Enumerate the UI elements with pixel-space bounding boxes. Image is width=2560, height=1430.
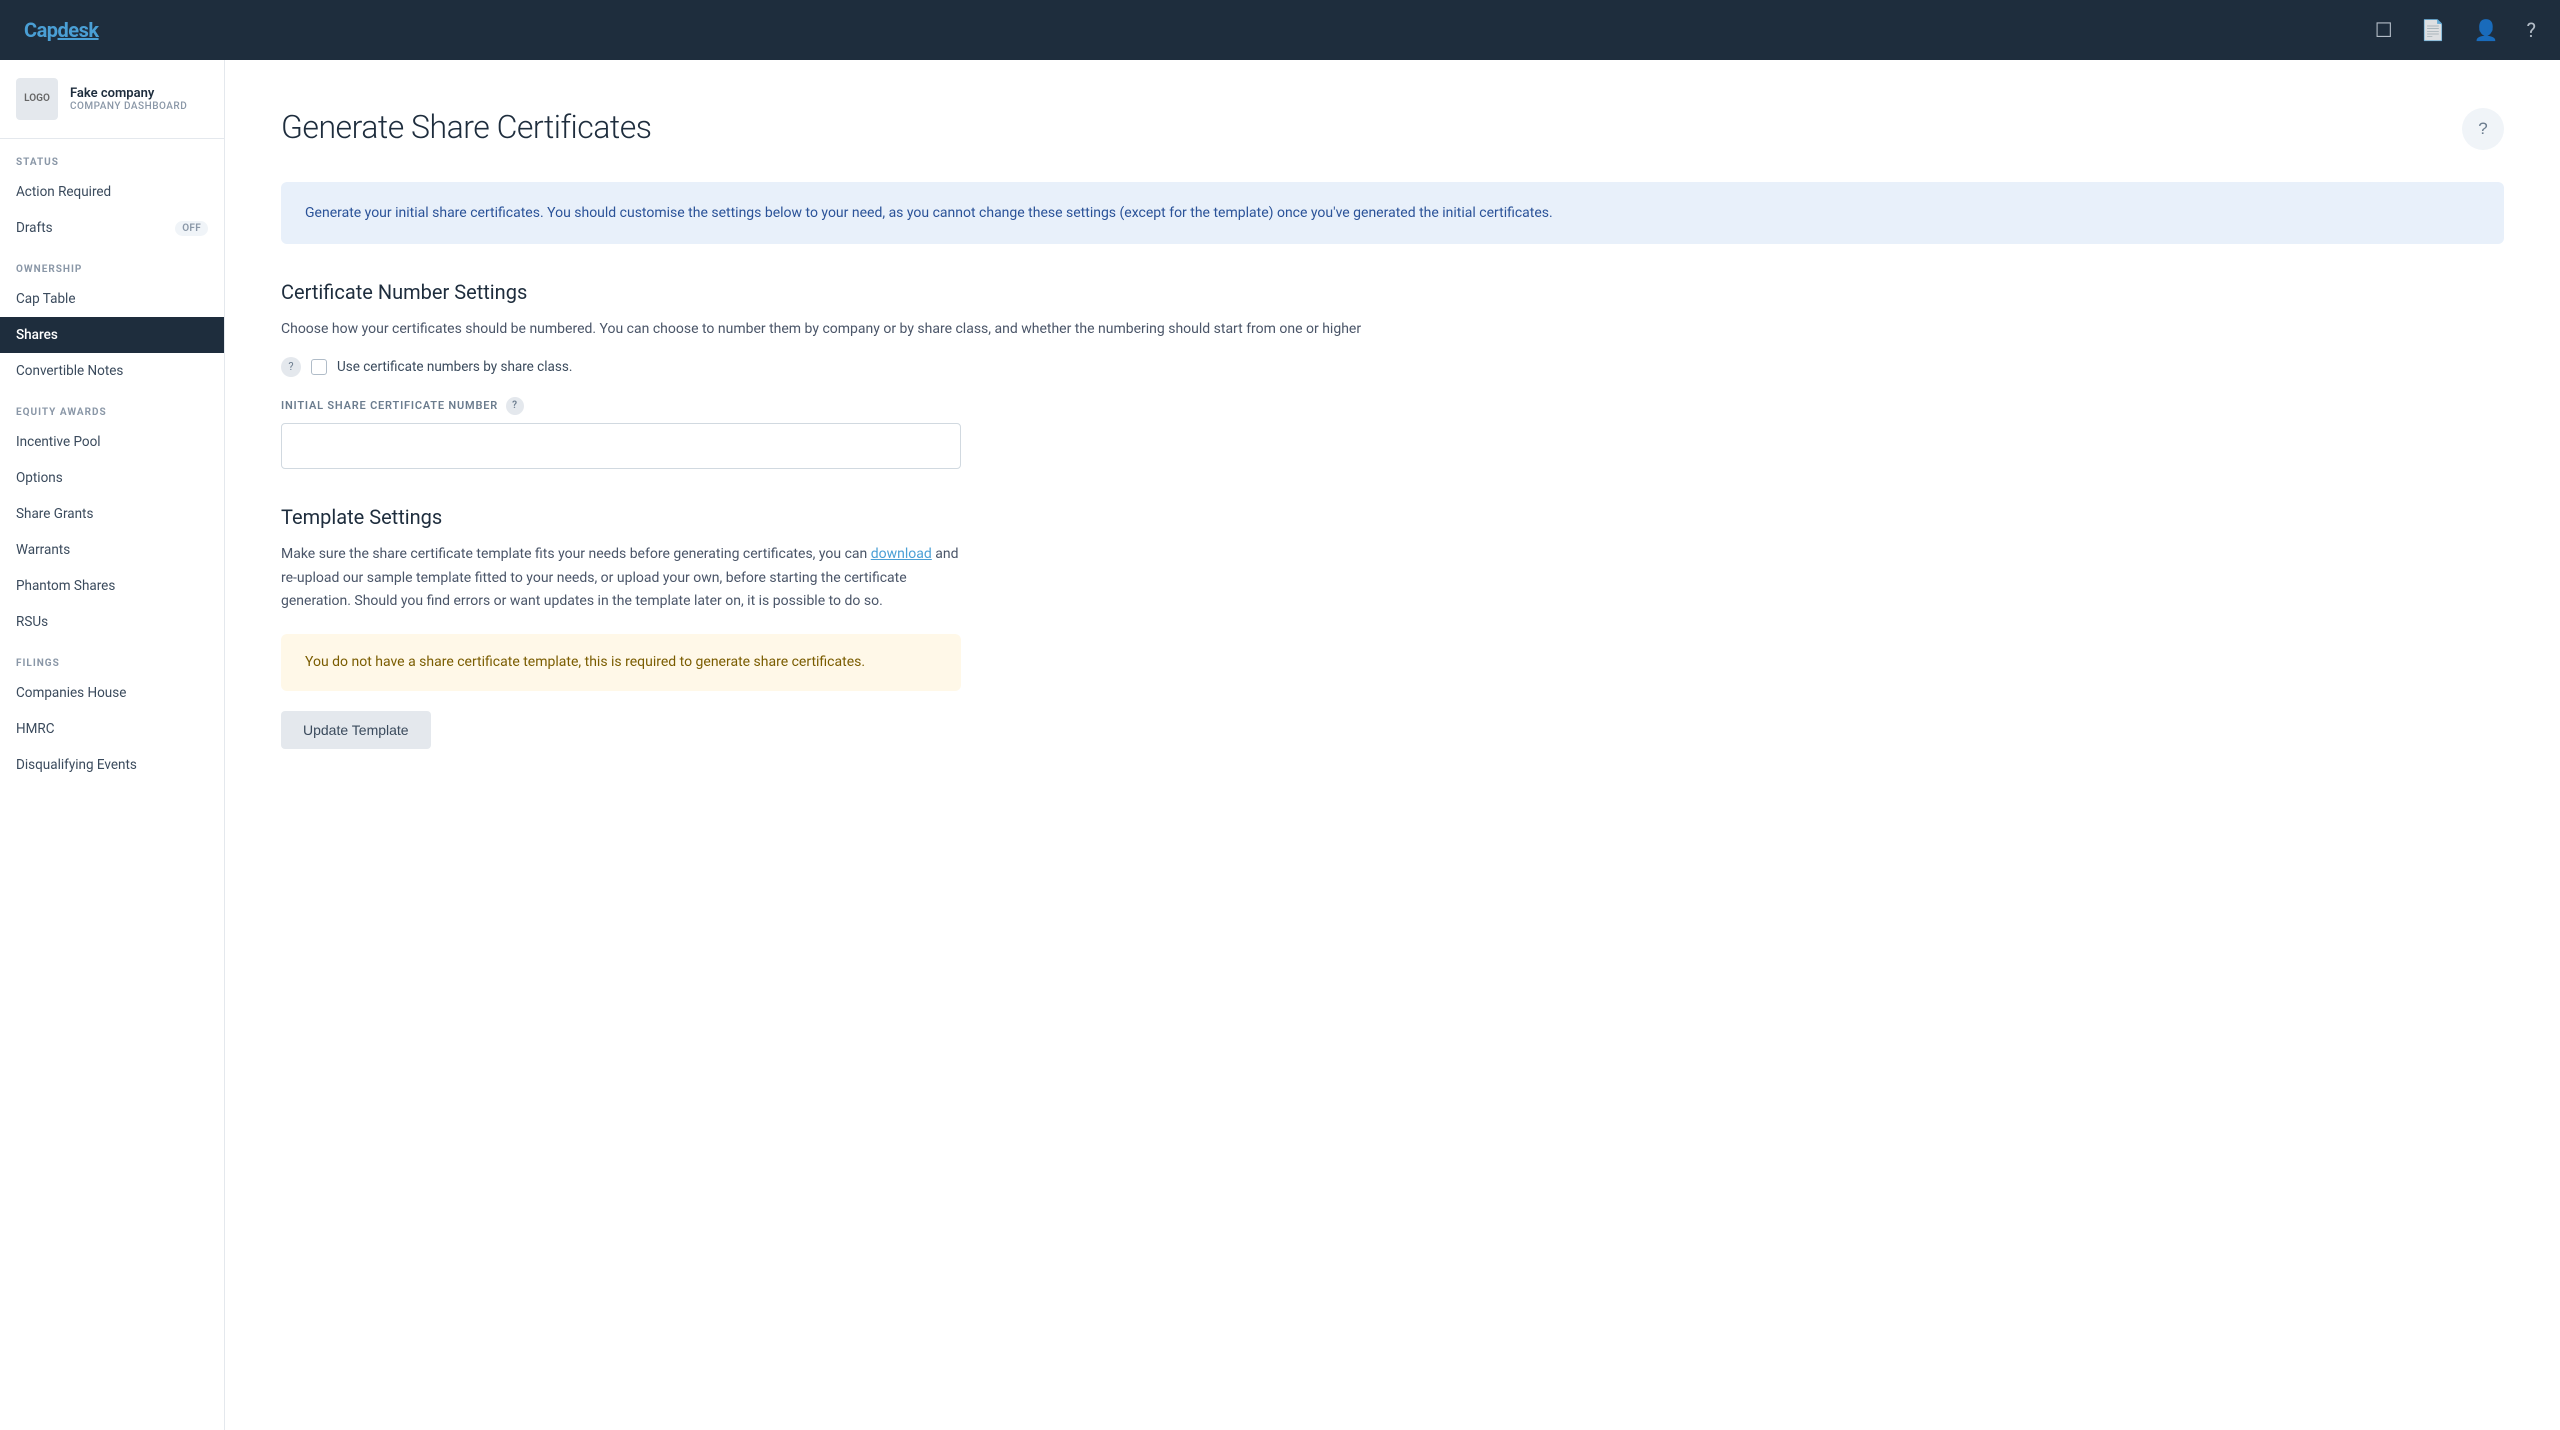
- document-icon[interactable]: 📄: [2421, 18, 2446, 42]
- drafts-badge: OFF: [175, 221, 208, 236]
- company-header[interactable]: LOGO Fake company COMPANY DASHBOARD: [0, 60, 224, 139]
- checkbox-label: Use certificate numbers by share class.: [337, 359, 572, 375]
- brand-logo[interactable]: Capdesk: [24, 18, 99, 42]
- warning-text: You do not have a share certificate temp…: [305, 652, 937, 673]
- navbar-actions: ☐ 📄 👤 ?: [2375, 18, 2536, 42]
- page-header: Generate Share Certificates ?: [281, 108, 2504, 150]
- cert-number-desc: Choose how your certificates should be n…: [281, 318, 2504, 340]
- cert-number-section: Certificate Number Settings Choose how y…: [281, 280, 2504, 468]
- checkbox-row: ? Use certificate numbers by share class…: [281, 357, 2504, 377]
- sidebar-item-incentive-pool[interactable]: Incentive Pool: [0, 424, 224, 460]
- cert-number-title: Certificate Number Settings: [281, 280, 2504, 304]
- sidebar-item-convertible-notes[interactable]: Convertible Notes: [0, 353, 224, 389]
- info-banner: Generate your initial share certificates…: [281, 182, 2504, 244]
- field-help-icon[interactable]: ?: [506, 397, 524, 415]
- sidebar-item-action-required[interactable]: Action Required: [0, 174, 224, 210]
- sidebar-item-share-grants[interactable]: Share Grants: [0, 496, 224, 532]
- main-content: Generate Share Certificates ? Generate y…: [225, 60, 2560, 1430]
- page-help-button[interactable]: ?: [2462, 108, 2504, 150]
- company-info: Fake company COMPANY DASHBOARD: [70, 86, 187, 112]
- sidebar-item-drafts[interactable]: Drafts OFF: [0, 210, 224, 246]
- sidebar-item-rsus[interactable]: RSUs: [0, 604, 224, 640]
- download-link[interactable]: download: [871, 546, 932, 562]
- sidebar: LOGO Fake company COMPANY DASHBOARD STAT…: [0, 60, 225, 1430]
- navbar: Capdesk ☐ 📄 👤 ?: [0, 0, 2560, 60]
- cert-number-input[interactable]: [281, 423, 961, 469]
- cert-number-field: INITIAL SHARE CERTIFICATE NUMBER ?: [281, 397, 2504, 469]
- sidebar-section-ownership: OWNERSHIP: [0, 246, 224, 281]
- warning-banner: You do not have a share certificate temp…: [281, 634, 961, 691]
- page-title: Generate Share Certificates: [281, 108, 651, 146]
- sidebar-section-equity: EQUITY AWARDS: [0, 389, 224, 424]
- company-name: Fake company: [70, 86, 187, 101]
- sidebar-item-phantom-shares[interactable]: Phantom Shares: [0, 568, 224, 604]
- field-label: INITIAL SHARE CERTIFICATE NUMBER ?: [281, 397, 2504, 415]
- help-icon[interactable]: ?: [2527, 18, 2536, 42]
- update-template-button[interactable]: Update Template: [281, 711, 431, 749]
- share-class-checkbox[interactable]: [311, 359, 327, 375]
- sidebar-section-status: STATUS: [0, 139, 224, 174]
- checkbox-help-icon[interactable]: ?: [281, 357, 301, 377]
- check-square-icon[interactable]: ☐: [2375, 18, 2393, 42]
- sidebar-item-warrants[interactable]: Warrants: [0, 532, 224, 568]
- template-desc: Make sure the share certificate template…: [281, 543, 961, 614]
- sidebar-item-disqualifying-events[interactable]: Disqualifying Events: [0, 747, 224, 783]
- sidebar-item-hmrc[interactable]: HMRC: [0, 711, 224, 747]
- sidebar-section-filings: FILINGS: [0, 640, 224, 675]
- template-title: Template Settings: [281, 505, 2504, 529]
- sidebar-item-shares[interactable]: Shares: [0, 317, 224, 353]
- layout: LOGO Fake company COMPANY DASHBOARD STAT…: [0, 60, 2560, 1430]
- sidebar-item-companies-house[interactable]: Companies House: [0, 675, 224, 711]
- sidebar-item-options[interactable]: Options: [0, 460, 224, 496]
- template-section: Template Settings Make sure the share ce…: [281, 505, 2504, 749]
- info-banner-text: Generate your initial share certificates…: [305, 202, 2480, 224]
- company-logo: LOGO: [16, 78, 58, 120]
- user-icon[interactable]: 👤: [2474, 18, 2499, 42]
- sidebar-item-cap-table[interactable]: Cap Table: [0, 281, 224, 317]
- company-sub: COMPANY DASHBOARD: [70, 101, 187, 112]
